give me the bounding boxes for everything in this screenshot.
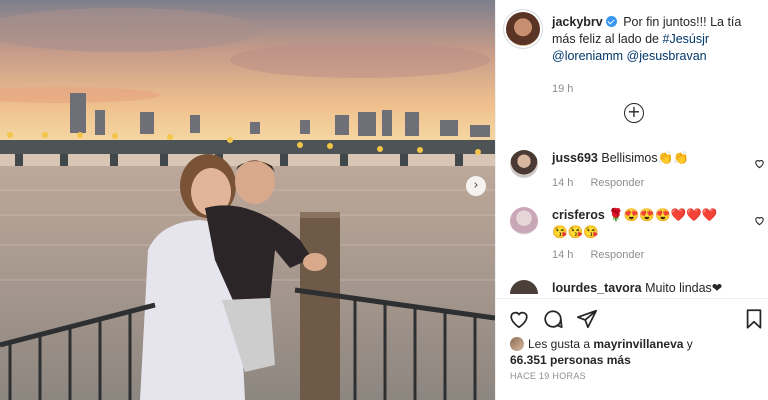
mention-link[interactable]: @jesusbravan [627, 49, 707, 63]
hashtag-link[interactable]: #Jesúsjr [663, 32, 710, 46]
paper-plane-icon[interactable] [576, 308, 598, 330]
likes-joiner: y [686, 337, 693, 351]
heart-icon[interactable] [754, 215, 765, 226]
likes-count[interactable]: 66.351 personas más [510, 353, 631, 367]
comment-item: lourdes_tavora Muito lindas❤❤ [510, 280, 760, 298]
liker-username[interactable]: mayrinvillaneva [593, 337, 683, 351]
comment-meta: 14 h Responder [552, 177, 658, 189]
liker-avatar [510, 337, 524, 351]
commenter-avatar[interactable] [510, 280, 538, 294]
reply-button[interactable]: Responder [590, 249, 644, 261]
comment-icon[interactable] [542, 308, 564, 330]
sunset-photo-illustration [0, 0, 495, 400]
chevron-right-icon[interactable]: › [466, 176, 486, 196]
likes-prefix: Les gusta a [528, 337, 591, 351]
caption-timestamp: 19 h [552, 83, 574, 95]
heart-icon[interactable] [754, 158, 765, 169]
mention-link[interactable]: @loreniamm [552, 49, 623, 63]
comment-username[interactable]: crisferos [552, 208, 605, 222]
commenter-avatar[interactable] [510, 207, 538, 235]
likes-summary: Les gusta a mayrinvillaneva y 66.351 per… [510, 336, 760, 368]
comment-time: 14 h [552, 177, 574, 189]
plus-circle-icon[interactable]: + [624, 103, 644, 123]
commenter-avatar[interactable] [510, 150, 538, 178]
post-age: HACE 19 HORAS [510, 371, 586, 381]
comment-text: Bellisimos👏👏 [601, 151, 689, 165]
verified-badge-icon [605, 16, 617, 27]
comment-time: 14 h [552, 249, 574, 261]
author-avatar[interactable] [506, 12, 540, 46]
post-details-panel: jackybrv Por fin juntos!!! La tía más fe… [495, 0, 768, 400]
post-actions: Les gusta a mayrinvillaneva y 66.351 per… [496, 298, 768, 400]
reply-button[interactable]: Responder [590, 177, 644, 189]
comment-username[interactable]: lourdes_tavora [552, 281, 642, 295]
comment-username[interactable]: juss693 [552, 151, 598, 165]
author-username[interactable]: jackybrv [552, 15, 603, 29]
caption-text: jackybrv Por fin juntos!!! La tía más fe… [552, 14, 764, 65]
heart-icon[interactable] [508, 308, 530, 330]
bookmark-icon[interactable] [743, 308, 765, 330]
post-photo: › [0, 0, 495, 400]
comment-meta: 14 h Responder [552, 249, 658, 261]
